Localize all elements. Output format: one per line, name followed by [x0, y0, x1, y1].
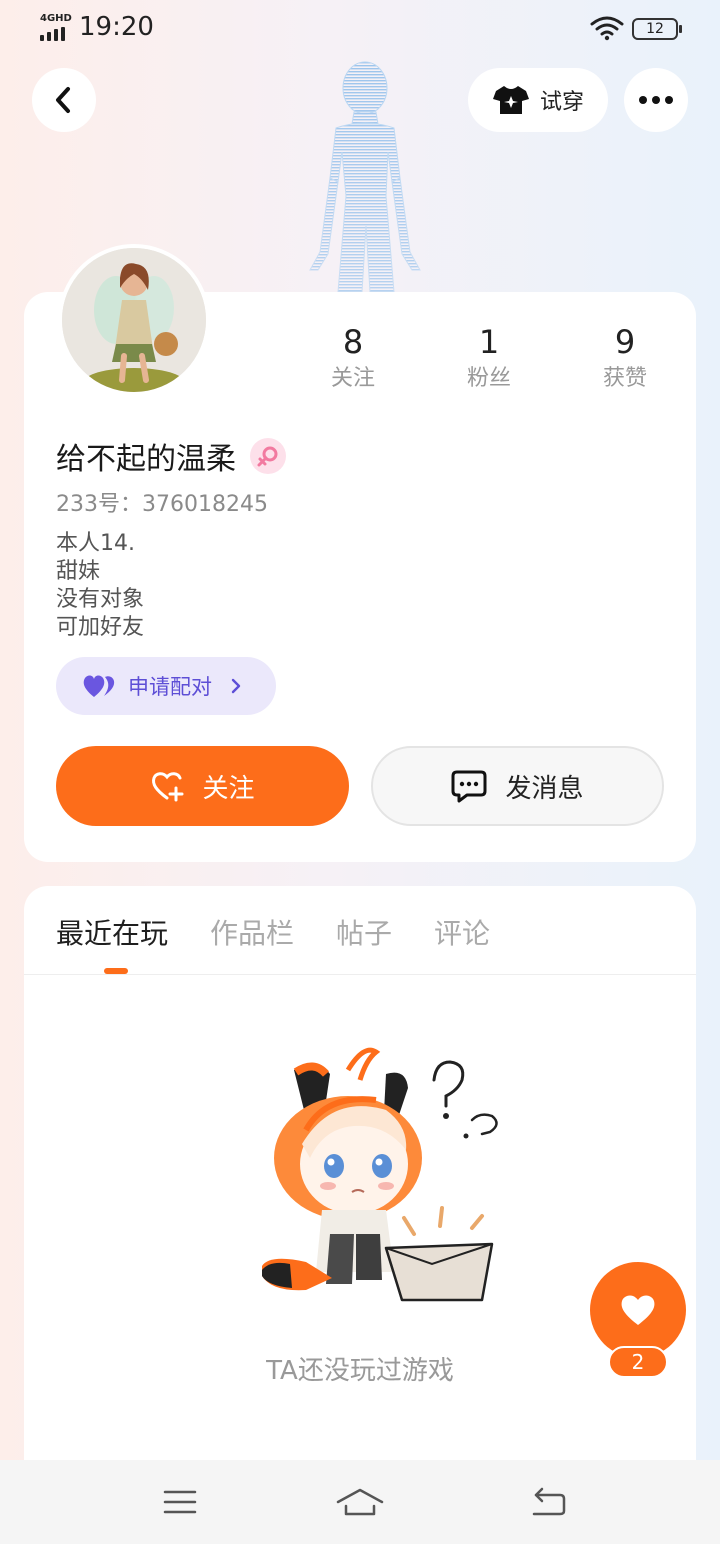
user-id: 233号：376018245: [56, 492, 268, 517]
follow-button[interactable]: 关注: [56, 746, 349, 826]
chevron-left-icon: [56, 87, 70, 113]
follow-label: 关注: [202, 773, 255, 804]
bio-line: 本人14.: [56, 531, 135, 556]
wifi-icon: [590, 15, 624, 41]
network-type: 4GHD: [40, 13, 72, 24]
likes-count: 9: [614, 323, 636, 361]
likes-label: 获赞: [602, 366, 647, 391]
tab-works[interactable]: 作品栏: [210, 912, 294, 952]
chevron-right-icon: [231, 678, 241, 694]
home-icon: [336, 1488, 384, 1516]
tshirt-icon: [492, 86, 529, 114]
system-nav-bar: [0, 1460, 720, 1544]
send-message-label: 发消息: [505, 773, 584, 804]
stat-following[interactable]: 8 关注: [298, 322, 408, 394]
heart-icon: [621, 1295, 655, 1325]
more-dots-icon: [639, 96, 673, 104]
menu-button[interactable]: [150, 1480, 210, 1524]
bio: 本人14. 甜妹 没有对象 可加好友: [56, 530, 144, 642]
avatar[interactable]: [58, 244, 210, 396]
stats-row: 8 关注 1 粉丝 9 获赞: [324, 322, 664, 402]
stat-fans[interactable]: 1 粉丝: [434, 322, 544, 394]
home-button[interactable]: [330, 1480, 390, 1524]
apply-pair-label: 申请配对: [128, 675, 212, 699]
chat-bubble-icon: [451, 770, 487, 803]
return-arrow-icon: [532, 1487, 566, 1516]
username-row: 给不起的温柔: [56, 434, 286, 478]
following-count: 8: [342, 323, 364, 361]
bio-line: 甜妹: [56, 559, 101, 584]
tabs-divider: [24, 974, 696, 975]
signal-icon: 4GHD: [40, 13, 72, 41]
battery-icon: 12: [632, 18, 682, 40]
username: 给不起的温柔: [56, 442, 236, 477]
following-label: 关注: [330, 366, 375, 391]
try-on-label: 试穿: [539, 90, 584, 115]
tab-recently-played[interactable]: 最近在玩: [56, 912, 168, 952]
status-time: 19:20: [79, 12, 154, 42]
bio-line: 可加好友: [56, 615, 145, 640]
back-button[interactable]: [32, 68, 96, 132]
battery-level: 12: [646, 21, 664, 37]
avatar-3d-figure[interactable]: [296, 56, 426, 293]
like-button[interactable]: [590, 1262, 686, 1358]
fans-count: 1: [478, 323, 500, 361]
double-heart-icon: [83, 675, 115, 697]
more-button[interactable]: [624, 68, 688, 132]
tab-bar: 最近在玩 作品栏 帖子 评论: [56, 912, 490, 952]
stat-likes[interactable]: 9 获赞: [570, 322, 680, 394]
female-gender-icon: [250, 438, 286, 474]
try-on-button[interactable]: 试穿: [468, 68, 608, 132]
like-count-badge: 2: [608, 1346, 668, 1378]
tab-comments[interactable]: 评论: [434, 912, 490, 952]
tab-posts[interactable]: 帖子: [336, 912, 392, 952]
status-bar: 4GHD 19:20 12: [0, 0, 720, 58]
send-message-button[interactable]: 发消息: [371, 746, 664, 826]
menu-icon: [163, 1490, 197, 1514]
fans-label: 粉丝: [466, 366, 511, 391]
empty-state-illustration: [236, 1040, 506, 1310]
back-nav-button[interactable]: [518, 1480, 578, 1524]
heart-plus-icon: [152, 772, 184, 802]
bio-line: 没有对象: [56, 587, 145, 612]
apply-pair-button[interactable]: 申请配对: [56, 657, 276, 715]
